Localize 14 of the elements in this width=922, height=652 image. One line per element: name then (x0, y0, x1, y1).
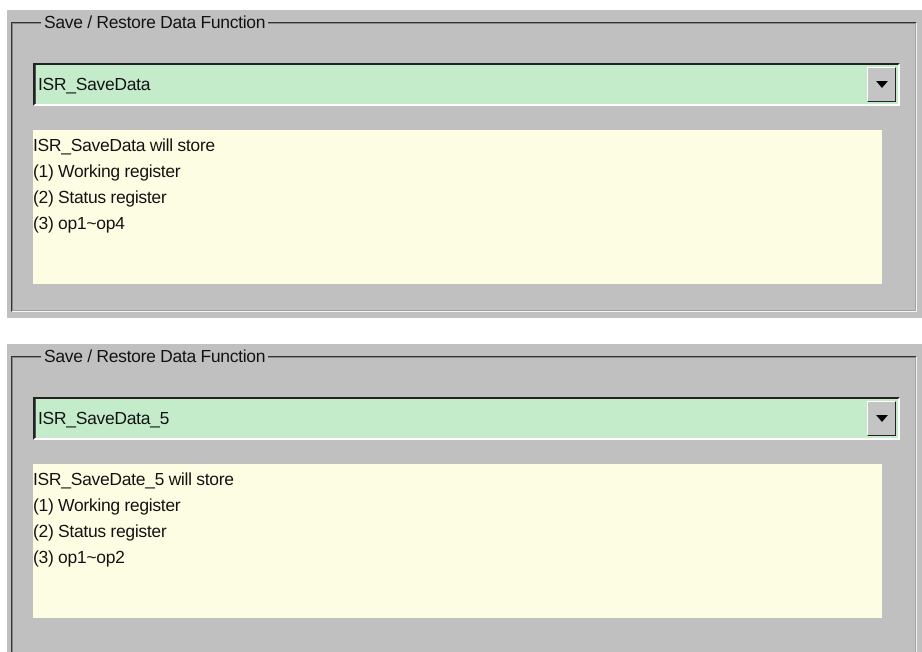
group-title: Save / Restore Data Function (43, 12, 266, 33)
dropdown-button[interactable] (867, 67, 896, 102)
description-line: ISR_SaveData will store (33, 134, 215, 157)
caret-icon (876, 415, 888, 422)
description-line: (3) op1~op4 (33, 212, 125, 235)
dropdown-button[interactable] (867, 401, 896, 436)
description-line: ISR_SaveDate_5 will store (33, 468, 234, 491)
description-line: (1) Working register (33, 494, 180, 517)
description-line: (2) Status register (33, 186, 166, 209)
caret-icon (876, 81, 888, 88)
description-line: (3) op1~op2 (33, 546, 125, 569)
group-title: Save / Restore Data Function (43, 346, 266, 367)
description-line: (1) Working register (33, 160, 180, 183)
description-line: (2) Status register (33, 520, 166, 543)
